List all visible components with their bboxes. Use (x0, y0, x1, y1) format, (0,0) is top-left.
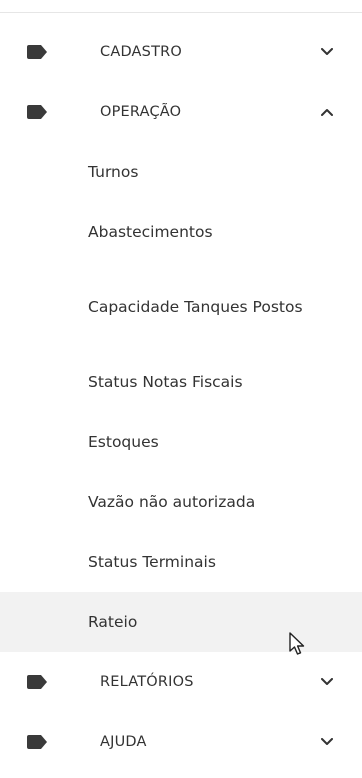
menu-section-cadastro[interactable]: CADASTRO (0, 22, 362, 82)
submenu-item-estoques[interactable]: Estoques (0, 412, 362, 472)
top-divider (0, 12, 362, 13)
chevron-down-icon[interactable] (320, 45, 334, 59)
submenu-item-status-notas-fiscais[interactable]: Status Notas Fiscais (0, 352, 362, 412)
menu-section-label: RELATÓRIOS (100, 674, 194, 690)
menu-section-label: AJUDA (100, 734, 147, 750)
menu-section-label: CADASTRO (100, 44, 183, 60)
submenu-item-status-terminais[interactable]: Status Terminais (0, 532, 362, 592)
menu-section-operacao[interactable]: OPERAÇÃO (0, 82, 362, 142)
tag-icon (27, 675, 47, 689)
mouse-cursor-icon (288, 632, 308, 656)
menu-section-ajuda[interactable]: AJUDA (0, 712, 362, 772)
menu-section-label: OPERAÇÃO (100, 104, 182, 120)
tag-icon (27, 105, 47, 119)
submenu-item-vazao-nao-autorizada[interactable]: Vazão não autorizada (0, 472, 362, 532)
chevron-up-icon[interactable] (320, 105, 334, 119)
sidebar-menu: CADASTRO OPERAÇÃO Turnos Abastecimentos … (0, 22, 362, 772)
chevron-down-icon[interactable] (320, 675, 334, 689)
tag-icon (27, 45, 47, 59)
submenu-item-abastecimentos[interactable]: Abastecimentos (0, 202, 362, 262)
chevron-down-icon[interactable] (320, 735, 334, 749)
submenu-item-turnos[interactable]: Turnos (0, 142, 362, 202)
submenu-item-capacidade-tanques-postos[interactable]: Capacidade Tanques Postos (0, 262, 362, 352)
menu-section-relatorios[interactable]: RELATÓRIOS (0, 652, 362, 712)
tag-icon (27, 735, 47, 749)
